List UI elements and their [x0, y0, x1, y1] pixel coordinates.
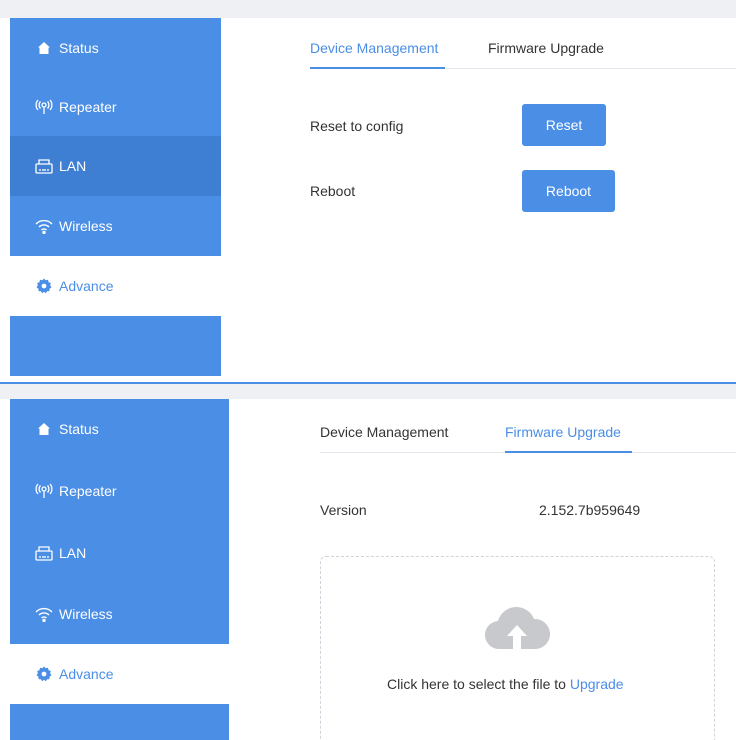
ethernet-icon [35, 157, 53, 175]
reboot-button[interactable]: Reboot [522, 170, 615, 212]
wifi-icon [35, 605, 53, 623]
sidebar-item-advance[interactable]: Advance [10, 256, 221, 316]
sidebar-item-label: Repeater [59, 99, 117, 115]
version-label: Version [320, 502, 367, 518]
sidebar-item-label: LAN [59, 158, 87, 174]
sidebar-item-status[interactable]: Status [10, 18, 221, 78]
tab-active-indicator [310, 67, 445, 69]
sidebar-item-label: Advance [59, 666, 114, 682]
upgrade-link[interactable]: Upgrade [570, 676, 624, 692]
gear-icon [35, 277, 53, 295]
tab-firmware-upgrade[interactable]: Firmware Upgrade [488, 40, 604, 56]
wifi-icon [35, 217, 53, 235]
sidebar-item-status[interactable]: Status [10, 399, 229, 459]
firmware-upgrade-view: Status Repeater LAN Wireless Advance Dev… [0, 399, 736, 740]
upload-prompt-text: Click here to select the file to [387, 676, 566, 692]
sidebar-item-wireless[interactable]: Wireless [10, 584, 229, 644]
tab-active-indicator [505, 451, 632, 453]
sidebar-item-label: Wireless [59, 606, 113, 622]
sidebar: Status Repeater LAN Wireless Advance [10, 18, 221, 376]
sidebar-item-label: Advance [59, 278, 114, 294]
reset-label: Reset to config [310, 118, 404, 134]
device-management-view: Status Repeater LAN Wireless Advance Dev… [0, 0, 736, 380]
sidebar-item-label: Repeater [59, 483, 117, 499]
sidebar-item-lan[interactable]: LAN [10, 523, 229, 583]
tab-firmware-upgrade[interactable]: Firmware Upgrade [505, 424, 621, 440]
ethernet-icon [35, 544, 53, 562]
broadcast-icon [35, 482, 53, 500]
reboot-label: Reboot [310, 183, 356, 199]
version-value: 2.152.7b959649 [539, 502, 641, 518]
gap-strip [0, 384, 736, 399]
broadcast-icon [35, 98, 53, 116]
sidebar-item-repeater[interactable]: Repeater [10, 77, 221, 137]
tab-device-management[interactable]: Device Management [310, 40, 438, 56]
sidebar: Status Repeater LAN Wireless Advance [10, 399, 229, 740]
upload-prompt: Click here to select the file to Upgrade [387, 676, 624, 692]
sidebar-item-wireless[interactable]: Wireless [10, 196, 221, 256]
sidebar-item-repeater[interactable]: Repeater [10, 461, 229, 521]
sidebar-item-advance[interactable]: Advance [10, 644, 229, 704]
sidebar-item-label: Status [59, 40, 99, 56]
sidebar-item-label: Status [59, 421, 99, 437]
upload-dropzone[interactable]: Click here to select the file to Upgrade [320, 556, 715, 740]
sidebar-item-lan[interactable]: LAN [10, 136, 221, 196]
tab-device-management[interactable]: Device Management [320, 424, 448, 440]
gear-icon [35, 665, 53, 683]
home-icon [35, 39, 53, 57]
cloud-upload-icon [484, 605, 551, 653]
sidebar-item-label: Wireless [59, 218, 113, 234]
home-icon [35, 420, 53, 438]
top-strip [0, 0, 736, 18]
sidebar-item-label: LAN [59, 545, 87, 561]
reset-button[interactable]: Reset [522, 104, 606, 146]
